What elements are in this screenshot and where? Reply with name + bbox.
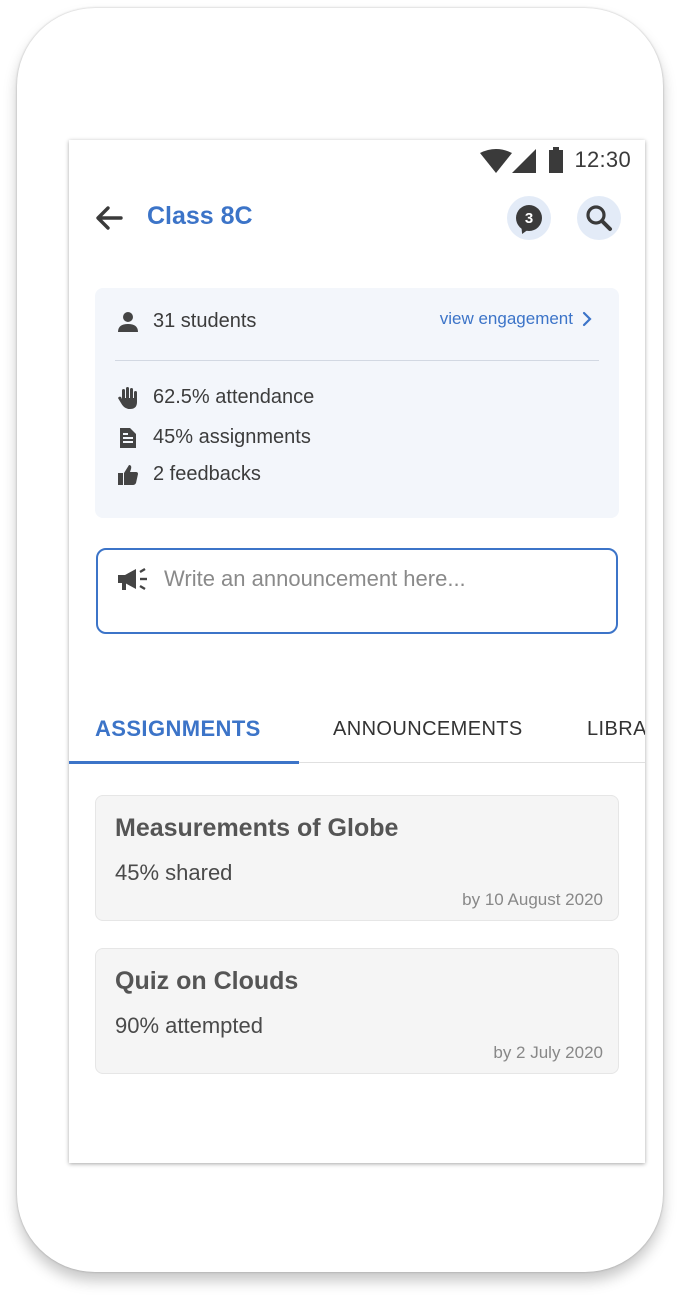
announcement-input[interactable]: [164, 566, 598, 592]
view-engagement-link[interactable]: view engagement: [440, 309, 595, 329]
assignments-row: 45% assignments: [117, 426, 311, 449]
tab-library[interactable]: LIBRA: [587, 718, 645, 741]
active-tab-indicator: [69, 761, 299, 764]
students-count: 31 students: [153, 310, 257, 332]
phone-frame: 12:30 Class 8C 3 31 students view engage…: [17, 8, 663, 1272]
view-engagement-label: view engagement: [439, 309, 573, 328]
tab-assignments[interactable]: ASSIGNMENTS: [95, 716, 261, 742]
wifi-icon: [480, 149, 512, 173]
chevron-right-icon: [582, 311, 592, 327]
page-title: Class 8C: [147, 202, 253, 230]
assignment-card[interactable]: Measurements of Globe 45% shared by 10 A…: [95, 795, 619, 921]
search-icon: [586, 205, 612, 231]
tab-announcements[interactable]: ANNOUNCEMENTS: [333, 718, 523, 741]
students-row: 31 students: [117, 310, 256, 333]
megaphone-icon: [118, 567, 147, 591]
assignment-title: Quiz on Clouds: [115, 967, 299, 995]
class-summary-card: 31 students view engagement 62.5% attend…: [95, 288, 619, 518]
arrow-left-icon: [96, 206, 123, 230]
assignments-stat: 45% assignments: [153, 426, 311, 448]
announcement-box[interactable]: [96, 548, 618, 634]
document-icon: [117, 427, 139, 449]
summary-divider: [115, 360, 599, 361]
assignment-due: by 2 July 2020: [493, 1043, 603, 1062]
assignment-stat: 45% shared: [115, 860, 233, 885]
notification-badge: 3: [516, 205, 542, 231]
signal-icon: [512, 149, 536, 173]
tab-bar: ASSIGNMENTS ANNOUNCEMENTS LIBRA: [69, 710, 645, 764]
status-time: 12:30: [574, 147, 631, 172]
assignment-title: Measurements of Globe: [115, 814, 399, 842]
battery-icon: [549, 147, 563, 173]
assignment-stat: 90% attempted: [115, 1013, 263, 1038]
app-screen: 12:30 Class 8C 3 31 students view engage…: [69, 140, 645, 1163]
attendance-row: 62.5% attendance: [117, 386, 314, 409]
assignment-due: by 10 August 2020: [462, 890, 603, 909]
feedbacks-stat: 2 feedbacks: [153, 463, 261, 485]
back-button[interactable]: [91, 200, 127, 236]
person-icon: [117, 311, 139, 333]
feedbacks-row: 2 feedbacks: [117, 463, 261, 486]
search-button[interactable]: [577, 196, 621, 240]
assignment-card[interactable]: Quiz on Clouds 90% attempted by 2 July 2…: [95, 948, 619, 1074]
attendance-stat: 62.5% attendance: [153, 386, 315, 408]
hand-icon: [117, 386, 139, 409]
thumbs-up-icon: [117, 464, 139, 486]
messages-button[interactable]: 3: [507, 196, 551, 240]
